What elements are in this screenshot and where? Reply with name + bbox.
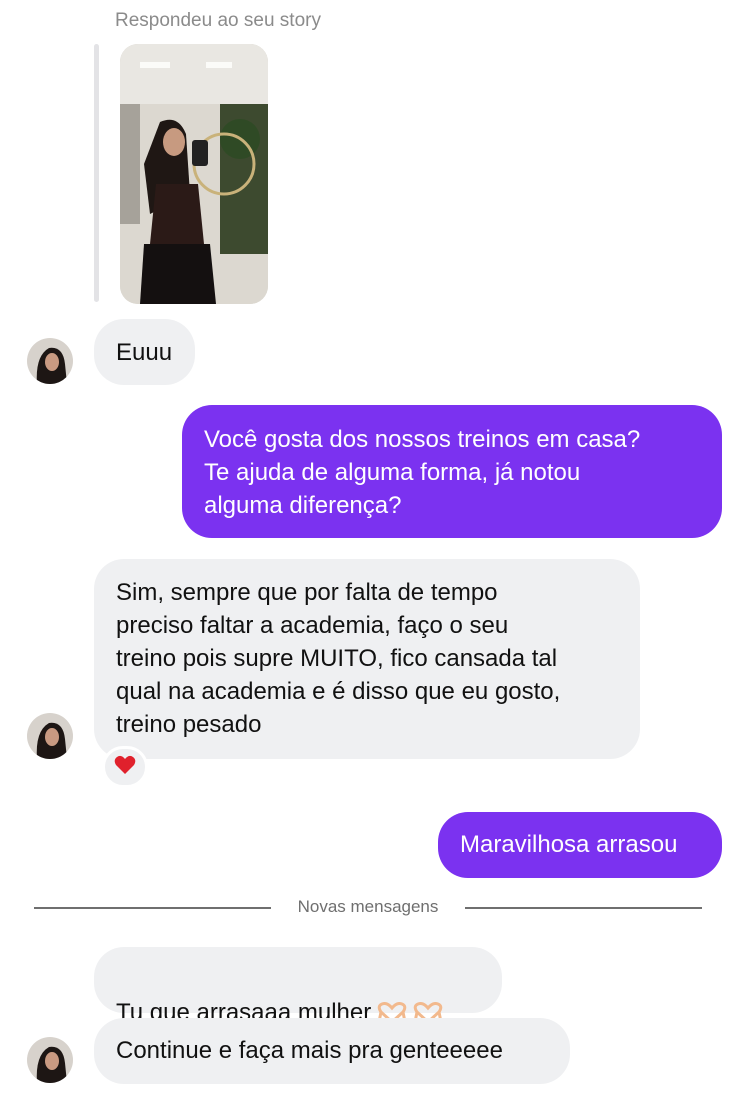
red-heart-icon xyxy=(114,755,136,780)
message-incoming[interactable]: Tu que arrasaaa mulher xyxy=(94,947,502,1026)
contact-avatar[interactable] xyxy=(27,713,73,759)
message-incoming[interactable]: Continue e faça mais pra genteeeee xyxy=(94,1018,570,1084)
reply-indicator-bar xyxy=(94,44,99,302)
message-incoming[interactable]: Euuu xyxy=(94,319,195,385)
story-reply-caption: Respondeu ao seu story xyxy=(115,10,321,31)
message-outgoing[interactable]: Você gosta dos nossos treinos em casa? T… xyxy=(182,405,722,538)
reaction-badge[interactable] xyxy=(102,746,148,788)
message-incoming[interactable]: Sim, sempre que por falta de tempo preci… xyxy=(94,559,640,759)
contact-avatar[interactable] xyxy=(27,338,73,384)
divider-line-right xyxy=(465,907,702,909)
contact-avatar[interactable] xyxy=(27,1037,73,1083)
message-outgoing[interactable]: Maravilhosa arrasou xyxy=(438,812,722,878)
story-thumbnail[interactable] xyxy=(120,44,268,304)
